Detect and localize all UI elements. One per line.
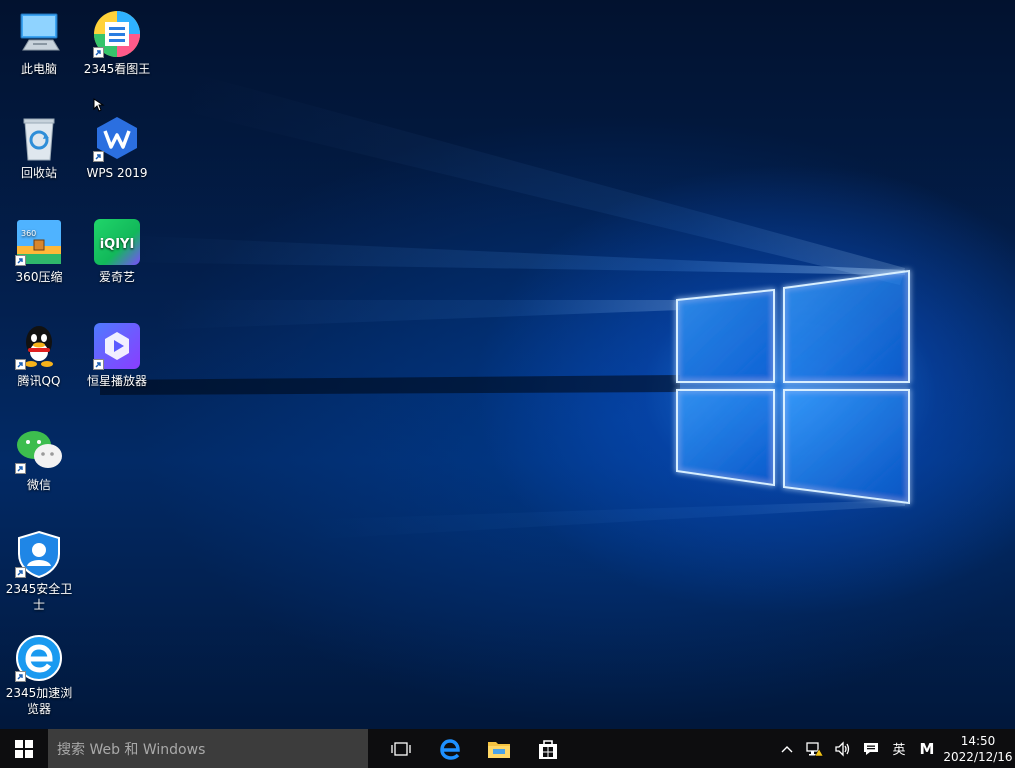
desktop: 此电脑 回收站 360 360压缩 腾讯QQ 微信 2345安全卫士 2345加… — [0, 0, 1015, 768]
desktop-icon-label: 360压缩 — [15, 270, 63, 284]
recycle-bin-icon — [15, 114, 63, 162]
shortcut-arrow-icon — [15, 567, 26, 578]
wechat-icon — [15, 426, 63, 474]
clock-date: 2022/12/16 — [943, 749, 1013, 764]
volume-button[interactable] — [829, 729, 857, 768]
desktop-icon-media-player[interactable]: 恒星播放器 — [78, 322, 156, 389]
task-view-icon — [390, 741, 411, 756]
desktop-icon-label: 2345看图王 — [83, 62, 151, 76]
store-button[interactable] — [523, 729, 572, 768]
search-placeholder: 搜索 Web 和 Windows — [57, 741, 206, 758]
network-button[interactable] — [801, 729, 829, 768]
desktop-icon-wechat[interactable]: 微信 — [0, 426, 78, 493]
edge-icon — [439, 738, 460, 760]
desktop-icon-label: 2345安全卫士 — [5, 582, 73, 612]
desktop-icon-360-zip[interactable]: 360 360压缩 — [0, 218, 78, 285]
action-center-button[interactable] — [857, 729, 885, 768]
mouse-cursor-icon — [93, 98, 105, 112]
file-explorer-icon — [487, 741, 510, 758]
qq-icon — [15, 322, 63, 370]
security-icon — [15, 530, 63, 578]
show-hidden-icons-button[interactable] — [773, 729, 801, 768]
browser-icon — [15, 634, 63, 682]
desktop-icon-qq[interactable]: 腾讯QQ — [0, 322, 78, 389]
ime-language-button[interactable]: 英 — [885, 729, 913, 768]
shortcut-arrow-icon — [93, 47, 104, 58]
chevron-up-icon — [781, 745, 793, 752]
desktop-icon-label: 回收站 — [20, 166, 57, 180]
desktop-icon-label: 腾讯QQ — [17, 374, 61, 388]
store-icon — [538, 739, 557, 759]
wps-icon — [93, 114, 141, 162]
taskbar-search-box[interactable]: 搜索 Web 和 Windows — [48, 729, 368, 768]
desktop-icon-2345-image-viewer[interactable]: 2345看图王 — [78, 10, 156, 77]
taskbar: 搜索 Web 和 Windows 英 M 14:50 2022/12/16 — [0, 729, 1015, 768]
this-pc-icon — [15, 10, 63, 58]
system-tray: 英 M 14:50 2022/12/16 — [773, 729, 1015, 768]
clock[interactable]: 14:50 2022/12/16 — [941, 729, 1015, 768]
volume-icon — [835, 740, 850, 757]
archive-icon: 360 — [15, 218, 63, 266]
desktop-icon-label: 爱奇艺 — [98, 270, 135, 284]
desktop-icon-iqiyi[interactable]: iQIYI 爱奇艺 — [78, 218, 156, 285]
iqiyi-logo-text: iQIYI — [100, 237, 135, 252]
desktop-icon-2345-browser[interactable]: 2345加速浏览器 — [0, 634, 78, 717]
desktop-icon-label: 恒星播放器 — [86, 374, 147, 388]
desktop-icon-wps[interactable]: WPS 2019 — [78, 114, 156, 181]
desktop-icon-label: 此电脑 — [20, 62, 57, 76]
desktop-icon-label: 2345加速浏览器 — [5, 686, 73, 716]
shortcut-arrow-icon — [15, 359, 26, 370]
edge-button[interactable] — [425, 729, 474, 768]
desktop-icon-label: 微信 — [26, 478, 51, 492]
ime-mode-label: M — [919, 739, 935, 758]
image-viewer-icon — [93, 10, 141, 58]
shortcut-arrow-icon — [93, 151, 104, 162]
desktop-icon-2345-security[interactable]: 2345安全卫士 — [0, 530, 78, 613]
network-icon — [806, 741, 824, 756]
start-button[interactable] — [0, 729, 48, 768]
ime-language-label: 英 — [892, 743, 906, 758]
desktop-icon-label: WPS 2019 — [86, 166, 148, 180]
shortcut-arrow-icon — [93, 359, 104, 370]
file-explorer-button[interactable] — [474, 729, 523, 768]
shortcut-arrow-icon — [15, 463, 26, 474]
media-player-icon — [93, 322, 141, 370]
desktop-icon-this-pc[interactable]: 此电脑 — [0, 10, 78, 77]
shortcut-arrow-icon — [15, 671, 26, 682]
windows-start-icon — [15, 739, 33, 758]
svg-text:360: 360 — [21, 229, 36, 238]
desktop-icon-recycle-bin[interactable]: 回收站 — [0, 114, 78, 181]
ime-mode-button[interactable]: M — [913, 729, 941, 768]
clock-time: 14:50 — [960, 733, 996, 748]
iqiyi-icon: iQIYI — [93, 218, 141, 266]
shortcut-arrow-icon — [15, 255, 26, 266]
notification-icon — [864, 742, 878, 755]
task-view-button[interactable] — [376, 729, 425, 768]
